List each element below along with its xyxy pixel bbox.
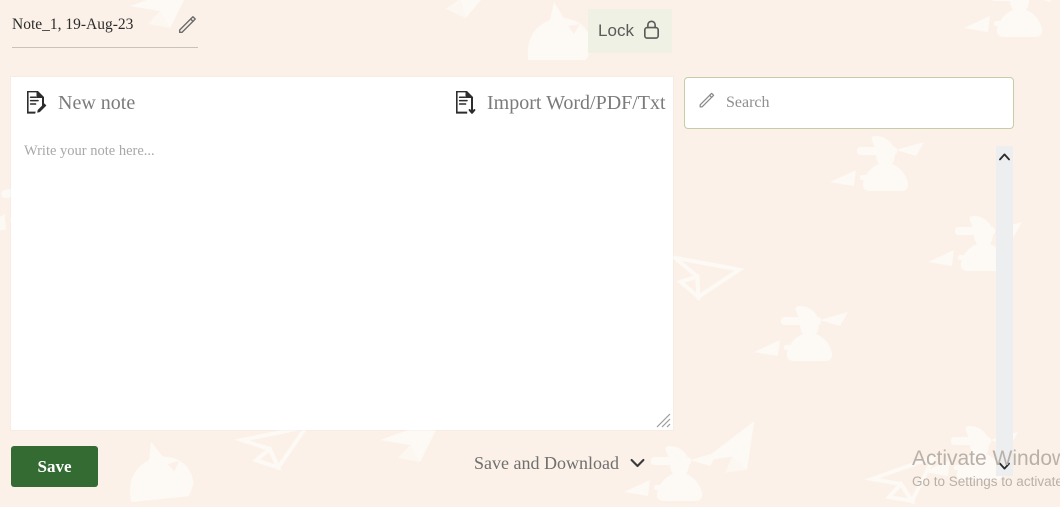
lock-button-label: Lock <box>598 21 634 40</box>
lock-icon <box>641 18 662 44</box>
chevron-down-icon[interactable] <box>996 457 1013 474</box>
import-file-button[interactable]: Import Word/PDF/Txt <box>453 77 666 129</box>
note-title-text: Note_1, 19-Aug-23 <box>12 16 134 33</box>
editor-toolbar: New note Import Word/PDF/Txt <box>11 77 673 130</box>
search-box[interactable] <box>684 77 1014 129</box>
note-edit-icon <box>24 89 48 118</box>
new-note-label: New note <box>58 91 136 114</box>
save-button[interactable]: Save <box>11 446 98 487</box>
save-and-download-button[interactable]: Save and Download <box>474 453 645 474</box>
pencil-icon <box>697 91 716 115</box>
chevron-down-icon <box>630 456 645 471</box>
activation-subtitle: Go to Settings to activate Windows. <box>912 474 1060 489</box>
chevron-up-icon[interactable] <box>996 148 1013 165</box>
windows-activation-watermark: Activate Windows Go to Settings to activ… <box>912 446 1060 491</box>
note-textarea[interactable] <box>11 129 673 430</box>
save-and-download-label: Save and Download <box>474 453 619 473</box>
import-label: Import Word/PDF/Txt <box>487 91 666 114</box>
lock-button[interactable]: Lock <box>588 9 672 53</box>
results-scrollbar[interactable] <box>996 146 1013 476</box>
document-download-icon <box>453 89 477 118</box>
new-note-button[interactable]: New note <box>24 77 135 129</box>
app-header: Note_1, 19-Aug-23 Lock <box>0 0 1060 62</box>
note-editor-card: New note Import Word/PDF/Txt <box>11 77 673 430</box>
note-title-field[interactable]: Note_1, 19-Aug-23 <box>12 14 198 48</box>
pencil-icon[interactable] <box>176 14 198 36</box>
search-input[interactable] <box>724 77 1001 129</box>
activation-title: Activate Windows <box>912 447 1060 470</box>
